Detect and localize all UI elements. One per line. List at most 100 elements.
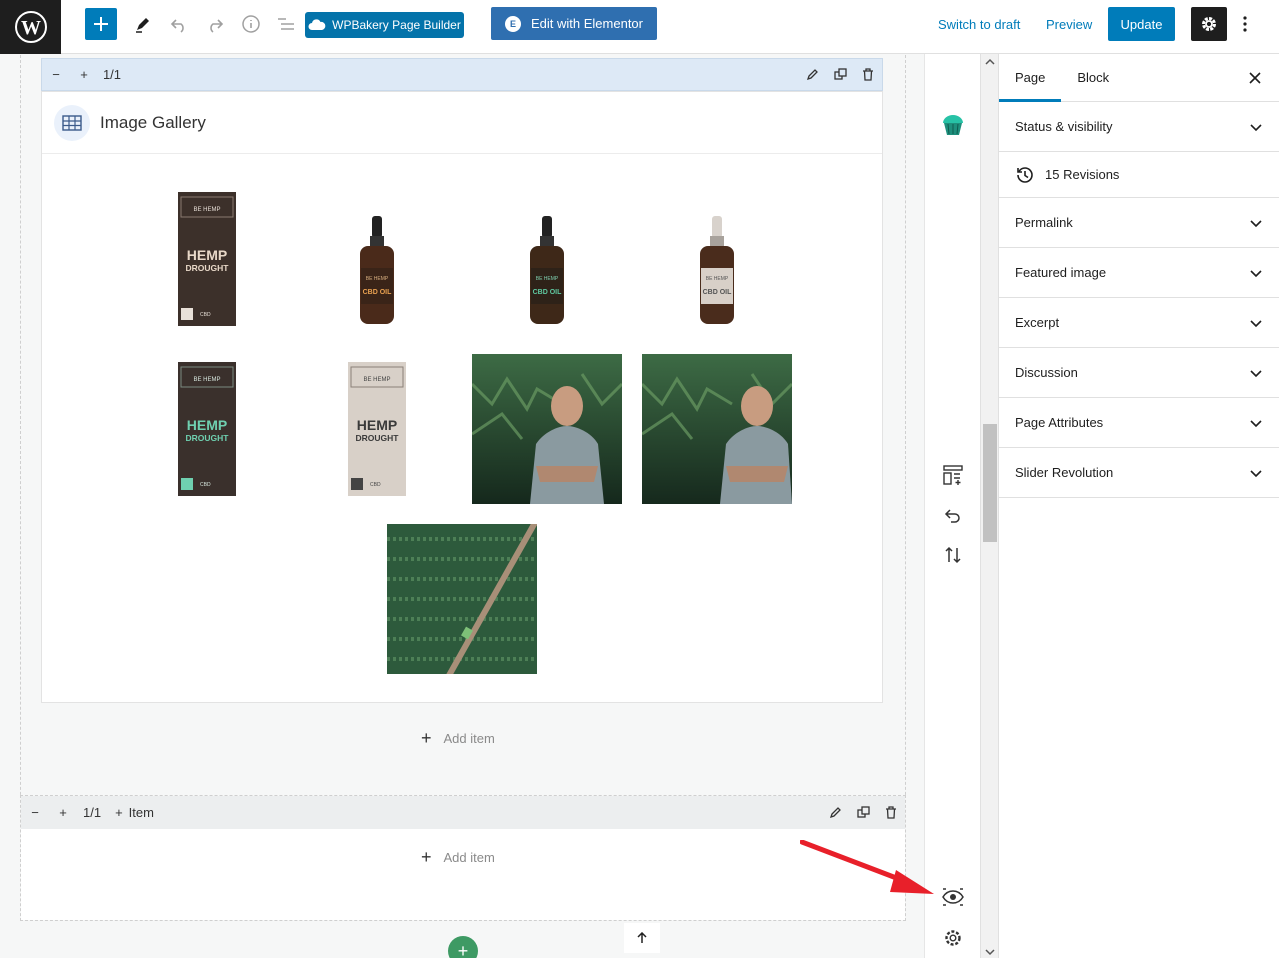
image-gallery-element[interactable]: Image Gallery BE HEMP HEMP DROUGHT CBD B…	[41, 91, 883, 703]
add-item-button-2[interactable]: + Add item	[421, 847, 495, 868]
gallery-image-hemp-drought-box-light[interactable]: BE HEMP HEMP DROUGHT CBD	[348, 362, 406, 496]
edit-tool-button[interactable]	[130, 11, 156, 37]
builder-settings-button[interactable]	[941, 926, 965, 950]
clone-element-button[interactable]	[826, 58, 854, 91]
chevron-down-icon	[1250, 123, 1262, 131]
row2-toolbar: − + 1/1 + Item	[21, 796, 905, 829]
column-width-label[interactable]: 1/1	[98, 58, 126, 91]
reorder-button[interactable]	[941, 543, 965, 567]
scroll-down-arrow-icon[interactable]	[981, 946, 999, 958]
row2-delete-button[interactable]	[877, 796, 905, 829]
row2-decrease-button[interactable]: −	[21, 796, 49, 829]
undo-icon	[170, 19, 184, 33]
panel-revisions[interactable]: 15 Revisions	[999, 152, 1279, 198]
update-button[interactable]: Update	[1108, 7, 1175, 41]
wordpress-logo[interactable]: W	[0, 0, 61, 54]
row2-item-label: Item	[128, 805, 154, 820]
elementor-icon: E	[505, 15, 521, 32]
panel-permalink[interactable]: Permalink	[999, 198, 1279, 248]
panel-label: Excerpt	[1015, 315, 1060, 330]
scroll-up-arrow-icon[interactable]	[981, 56, 999, 68]
add-item-button-1[interactable]: + Add item	[421, 728, 495, 749]
more-options-button[interactable]	[1232, 11, 1258, 37]
plus-icon	[94, 17, 108, 31]
delete-element-button[interactable]	[854, 58, 882, 91]
chevron-down-icon	[1250, 269, 1262, 277]
panel-slider-revolution[interactable]: Slider Revolution	[999, 448, 1279, 498]
gear-icon	[945, 930, 961, 946]
chevron-down-icon	[1250, 469, 1262, 477]
box-cbd-text: CBD	[200, 312, 211, 318]
row2-edit-button[interactable]	[821, 796, 849, 829]
panel-status-visibility[interactable]: Status & visibility	[999, 102, 1279, 152]
history-icon	[1017, 166, 1033, 183]
scrollbar-thumb[interactable]	[983, 424, 997, 542]
panel-label: Slider Revolution	[1015, 465, 1114, 480]
gallery-image-aerial-field[interactable]	[387, 517, 540, 681]
row2-clone-button[interactable]	[849, 796, 877, 829]
edit-element-button[interactable]	[798, 58, 826, 91]
panel-featured-image[interactable]: Featured image	[999, 248, 1279, 298]
settings-sidebar: Page Block Status & visibility 15 Revisi…	[998, 54, 1279, 958]
panel-discussion[interactable]: Discussion	[999, 348, 1279, 398]
panel-excerpt[interactable]: Excerpt	[999, 298, 1279, 348]
history-undo-button[interactable]	[941, 503, 965, 527]
box-title-line1: HEMP	[187, 247, 227, 263]
switch-to-draft-button[interactable]: Switch to draft	[938, 14, 1020, 34]
revisions-label: 15 Revisions	[1045, 167, 1120, 182]
chevron-down-icon	[1250, 419, 1262, 427]
clone-icon	[833, 68, 847, 80]
row2-width-label[interactable]: 1/1	[77, 796, 107, 829]
bottle3-brand-text: BE HEMP	[706, 276, 729, 282]
close-sidebar-button[interactable]	[1249, 68, 1261, 89]
gallery-image-hemp-drought-box-green[interactable]: BE HEMP HEMP DROUGHT CBD	[178, 362, 236, 496]
box2-title-line1: HEMP	[187, 417, 227, 433]
box2-title-line2: DROUGHT	[186, 433, 230, 443]
box3-title-line1: HEMP	[357, 417, 397, 433]
builder-side-rail	[924, 54, 980, 958]
canvas-scrollbar[interactable]	[980, 54, 998, 958]
row2-add-item-button[interactable]: + Item	[107, 796, 162, 829]
preview-button[interactable]: Preview	[1046, 14, 1092, 34]
cupcake-icon[interactable]	[939, 110, 967, 138]
outline-button[interactable]	[273, 11, 299, 37]
gallery-image-cbd-oil-bottle-3[interactable]: BE HEMP CBD OIL	[698, 216, 736, 326]
svg-text:W: W	[21, 17, 41, 39]
row2-increase-button[interactable]: +	[49, 796, 77, 829]
plus-icon: +	[115, 805, 123, 820]
decrease-width-button[interactable]: −	[42, 58, 70, 91]
gallery-image-farmer-1[interactable]	[470, 354, 624, 504]
redo-icon	[210, 19, 224, 33]
elementor-button[interactable]: E Edit with Elementor	[491, 7, 657, 40]
bottle-oil-text: CBD OIL	[363, 289, 393, 296]
panel-label: Discussion	[1015, 365, 1078, 380]
increase-width-button[interactable]: +	[70, 58, 98, 91]
redo-button[interactable]	[202, 11, 228, 37]
gallery-header: Image Gallery	[42, 92, 882, 154]
details-button[interactable]	[238, 11, 264, 37]
box2-cbd-text: CBD	[200, 482, 211, 488]
annotation-arrow-icon	[800, 840, 934, 894]
editor-canvas: − + 1/1 Image Gallery BE HEMP HEMP DROUG…	[0, 54, 924, 958]
tab-block[interactable]: Block	[1061, 54, 1125, 102]
wpbakery-button[interactable]: WPBakery Page Builder	[305, 12, 464, 38]
panel-page-attributes[interactable]: Page Attributes	[999, 398, 1279, 448]
undo-button[interactable]	[166, 11, 192, 37]
add-item-label-2: Add item	[443, 850, 495, 865]
gallery-image-farmer-2[interactable]	[640, 354, 794, 504]
preview-eye-button[interactable]	[941, 885, 965, 909]
tab-page[interactable]: Page	[999, 54, 1061, 102]
gallery-image-hemp-drought-box[interactable]: BE HEMP HEMP DROUGHT CBD	[178, 192, 236, 326]
layout-add-button[interactable]	[941, 463, 965, 487]
gallery-image-cbd-oil-bottle-1[interactable]: BE HEMP CBD OIL	[358, 216, 396, 326]
gallery-image-cbd-oil-bottle-2[interactable]: BE HEMP CBD OIL	[528, 216, 566, 326]
trash-icon	[886, 806, 896, 819]
panel-label: Featured image	[1015, 265, 1107, 280]
cloud-icon	[308, 19, 326, 30]
add-block-button[interactable]	[85, 8, 117, 40]
scroll-up-button[interactable]	[624, 923, 660, 953]
box-brand-text: BE HEMP	[193, 207, 220, 213]
add-item-label: Add item	[443, 731, 495, 746]
add-section-button[interactable]: +	[448, 936, 478, 958]
settings-button[interactable]	[1191, 7, 1227, 41]
